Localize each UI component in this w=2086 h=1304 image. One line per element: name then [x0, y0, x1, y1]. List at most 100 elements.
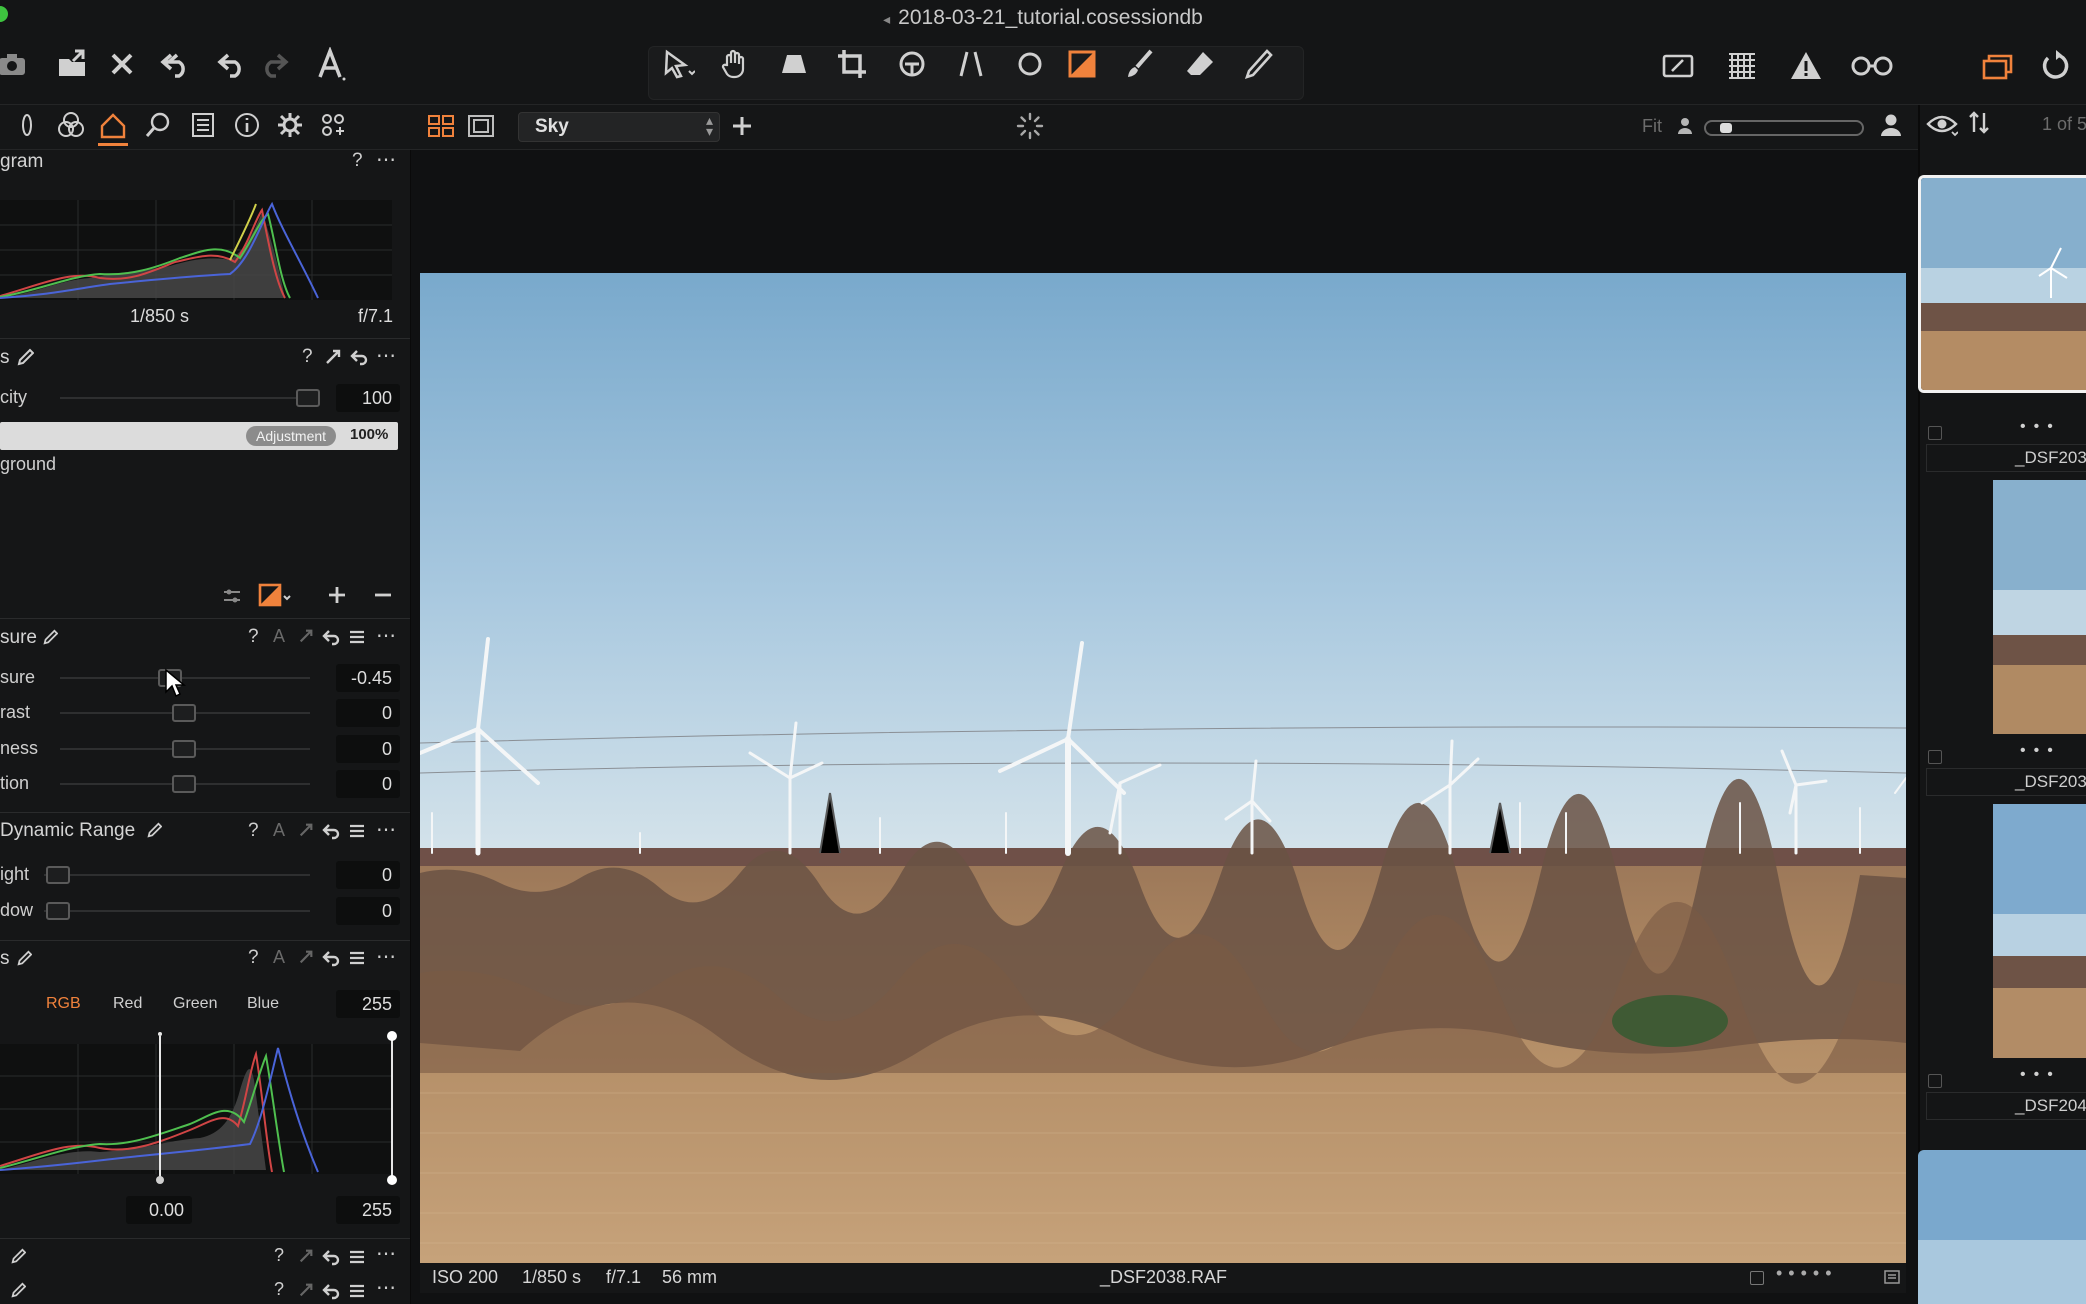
reset-tool-icon[interactable]	[350, 348, 368, 366]
thumbnail-rating-dots[interactable]: •••	[2020, 742, 2061, 760]
grid-icon[interactable]	[1720, 44, 1764, 88]
pan-hand-icon[interactable]	[714, 42, 758, 86]
color-tag-icon[interactable]	[1884, 1269, 1900, 1285]
undo-icon[interactable]	[210, 42, 254, 86]
details-tab-icon[interactable]	[143, 110, 173, 140]
stack-icon[interactable]	[1976, 44, 2020, 88]
lens-tab-icon[interactable]	[14, 112, 40, 138]
thumbnail-rating-dots[interactable]: •••	[2020, 418, 2061, 436]
presets-icon[interactable]	[348, 1282, 366, 1300]
help-icon[interactable]: ?	[248, 947, 259, 969]
straighten-icon[interactable]	[950, 42, 994, 86]
more-options-icon[interactable]: ⋯	[376, 1241, 396, 1266]
remove-layer-icon[interactable]	[372, 584, 394, 606]
zoom-slider[interactable]	[1704, 120, 1864, 136]
import-icon[interactable]	[50, 42, 94, 86]
thumbnail[interactable]	[1993, 804, 2086, 1058]
visibility-eye-icon[interactable]	[1926, 110, 1958, 138]
pipette-icon[interactable]	[10, 1248, 26, 1264]
copy-apply-icon[interactable]	[298, 628, 314, 644]
metadata-tab-icon[interactable]	[188, 110, 218, 140]
more-options-icon[interactable]: ⋯	[376, 1275, 396, 1300]
glasses-icon[interactable]	[1850, 44, 1894, 88]
copy-apply-icon[interactable]	[298, 949, 314, 965]
levels-high-value[interactable]: 255	[336, 1196, 400, 1224]
mask-layer-select[interactable]: Sky ▴ ▾	[518, 112, 720, 142]
thumbnail-selected[interactable]	[1918, 175, 2086, 393]
pipette-icon[interactable]	[42, 629, 58, 645]
keystone-icon[interactable]	[772, 42, 816, 86]
contrast-slider-knob[interactable]	[172, 704, 196, 722]
auto-adjust-icon[interactable]: A	[273, 820, 285, 841]
delete-icon[interactable]	[100, 42, 144, 86]
more-options-icon[interactable]: ⋯	[376, 343, 396, 368]
zoom-slider-knob[interactable]	[1720, 123, 1732, 133]
auto-adjust-icon[interactable]: A	[273, 626, 285, 647]
circle-icon[interactable]	[1008, 42, 1052, 86]
shadow-slider-knob[interactable]	[46, 902, 70, 920]
reset-tool-icon[interactable]	[322, 822, 340, 840]
highlight-value[interactable]: 0	[336, 861, 400, 889]
opacity-slider-track[interactable]	[60, 397, 310, 399]
single-view-icon[interactable]	[467, 114, 495, 138]
reset-tool-icon[interactable]	[322, 949, 340, 967]
presets-icon[interactable]	[348, 1248, 366, 1266]
pipette-icon[interactable]	[10, 1282, 26, 1298]
pipette-icon[interactable]	[16, 950, 32, 966]
viewer-photo[interactable]	[420, 273, 1906, 1263]
undo-all-icon[interactable]	[154, 42, 198, 86]
select-cursor-icon[interactable]	[656, 42, 700, 86]
pipette-icon[interactable]	[146, 822, 162, 838]
info-tab-icon[interactable]	[232, 110, 262, 140]
highlight-slider-knob[interactable]	[46, 866, 70, 884]
gradient-icon[interactable]	[1236, 42, 1280, 86]
rating-dots[interactable]: •••••	[1776, 1263, 1838, 1284]
redo-icon[interactable]	[252, 42, 296, 86]
layer-row-adjustment[interactable]: Adjustment 100%	[0, 422, 398, 450]
levels-tab-rgb[interactable]: RGB	[46, 995, 81, 1013]
crop-icon[interactable]	[830, 42, 874, 86]
thumbnail[interactable]	[1918, 1150, 2086, 1304]
copy-apply-icon[interactable]	[298, 1248, 314, 1264]
thumbnail[interactable]	[1993, 480, 2086, 734]
levels-tab-blue[interactable]: Blue	[247, 995, 279, 1013]
thumbnail-checkbox[interactable]	[1928, 1074, 1942, 1088]
zoom-fit-label[interactable]: Fit	[1642, 116, 1662, 137]
add-layer-icon[interactable]	[326, 584, 348, 606]
highlight-slider-track[interactable]	[44, 874, 310, 876]
more-options-icon[interactable]: ⋯	[376, 944, 396, 969]
sort-icon[interactable]	[1968, 110, 1990, 136]
copy-apply-icon[interactable]	[298, 822, 314, 838]
opacity-slider-knob[interactable]	[296, 389, 320, 407]
levels-low-value[interactable]: 0.00	[126, 1196, 192, 1224]
copy-apply-icon[interactable]	[298, 1282, 314, 1298]
saturation-slider-knob[interactable]	[172, 775, 196, 793]
help-icon[interactable]: ?	[248, 820, 259, 842]
warning-icon[interactable]	[1784, 44, 1828, 88]
color-tab-icon[interactable]	[56, 110, 86, 140]
styles-tab-icon[interactable]	[318, 110, 348, 140]
reset-tool-icon[interactable]	[322, 1282, 340, 1300]
reset-tool-icon[interactable]	[322, 628, 340, 646]
help-icon[interactable]: ?	[248, 626, 259, 648]
brightness-value[interactable]: 0	[336, 735, 400, 763]
presets-icon[interactable]	[348, 628, 366, 646]
thumbnail-checkbox[interactable]	[1928, 750, 1942, 764]
brush-icon[interactable]	[1118, 42, 1162, 86]
text-icon[interactable]	[308, 42, 352, 86]
presets-icon[interactable]	[348, 949, 366, 967]
more-options-icon[interactable]: ⋯	[376, 147, 396, 172]
multi-view-icon[interactable]	[427, 114, 455, 138]
pipette-icon[interactable]	[16, 348, 34, 366]
auto-adjust-icon[interactable]: A	[273, 947, 285, 968]
collapsed-tool-header[interactable]: ? ⋯	[0, 1241, 410, 1270]
exposure-value[interactable]: -0.45	[336, 664, 400, 692]
edit-icon[interactable]	[1656, 44, 1700, 88]
add-layer-icon[interactable]	[730, 114, 754, 138]
reset-icon[interactable]	[2034, 44, 2078, 88]
help-icon[interactable]: ?	[352, 150, 363, 172]
help-icon[interactable]: ?	[302, 346, 313, 368]
brightness-slider-knob[interactable]	[172, 740, 196, 758]
rotate-icon[interactable]	[890, 42, 934, 86]
reset-tool-icon[interactable]	[322, 1248, 340, 1266]
